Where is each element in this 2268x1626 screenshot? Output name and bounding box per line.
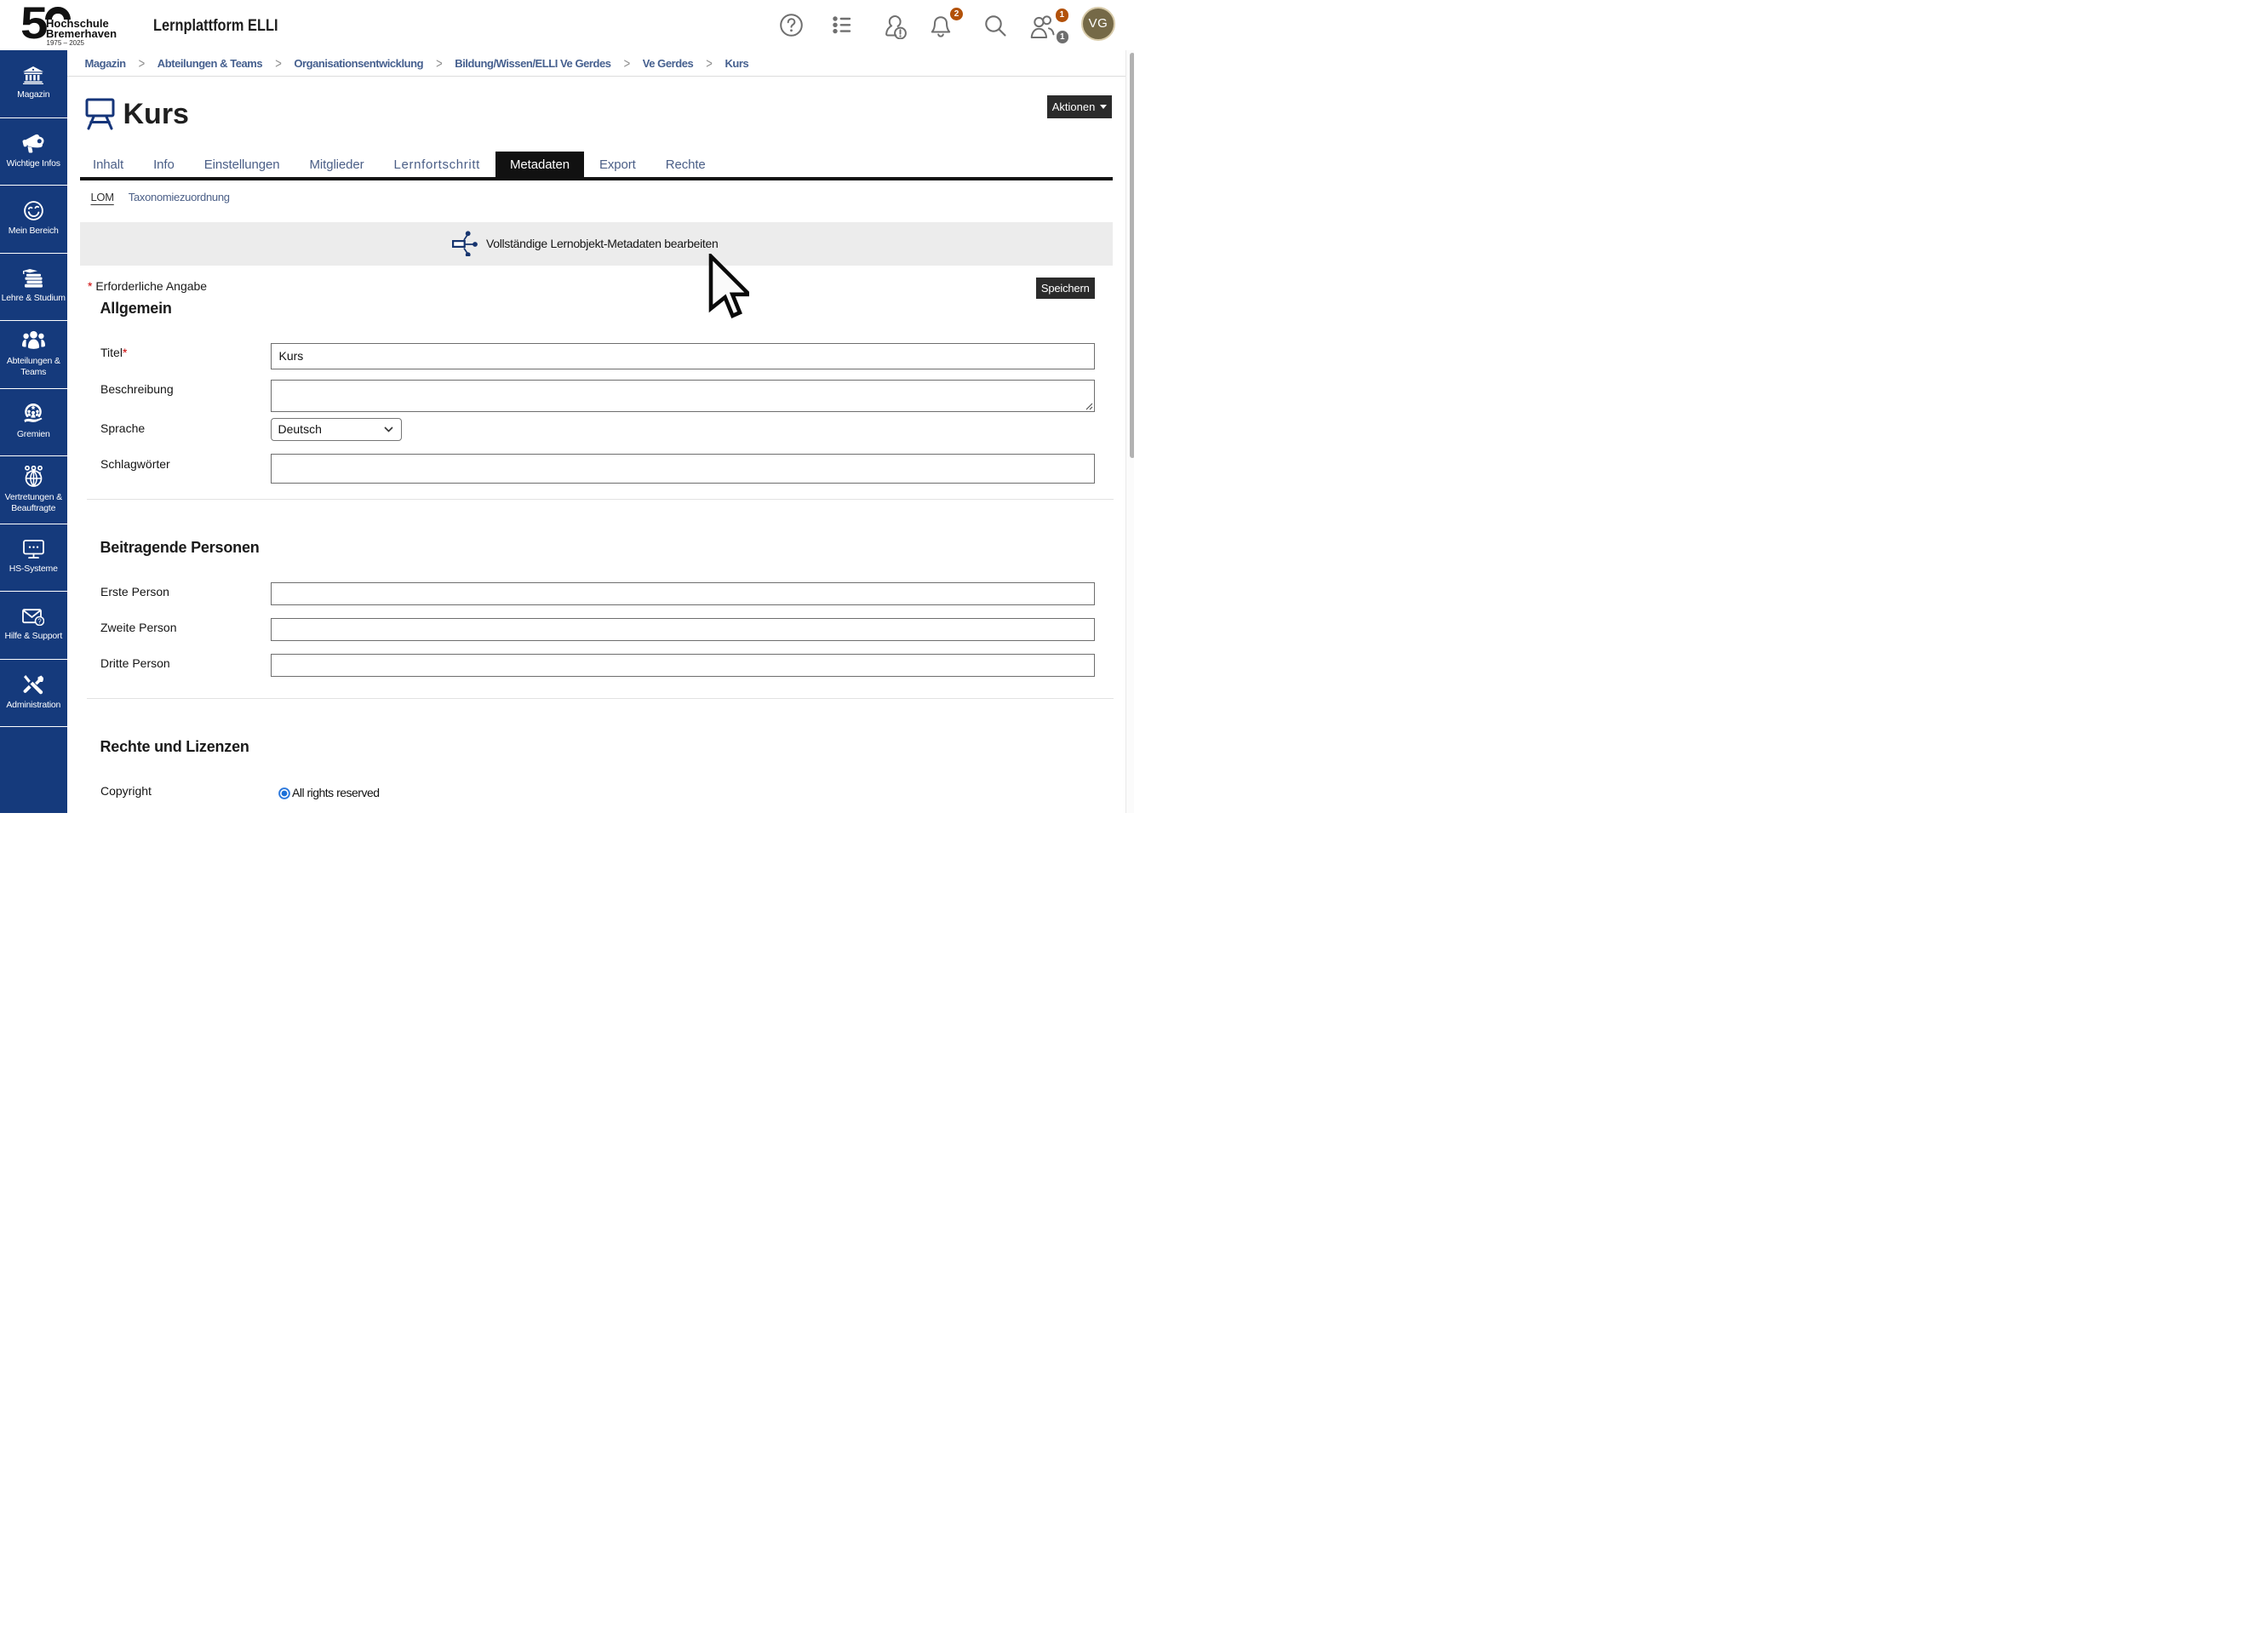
svg-text:?: ? xyxy=(38,617,43,625)
